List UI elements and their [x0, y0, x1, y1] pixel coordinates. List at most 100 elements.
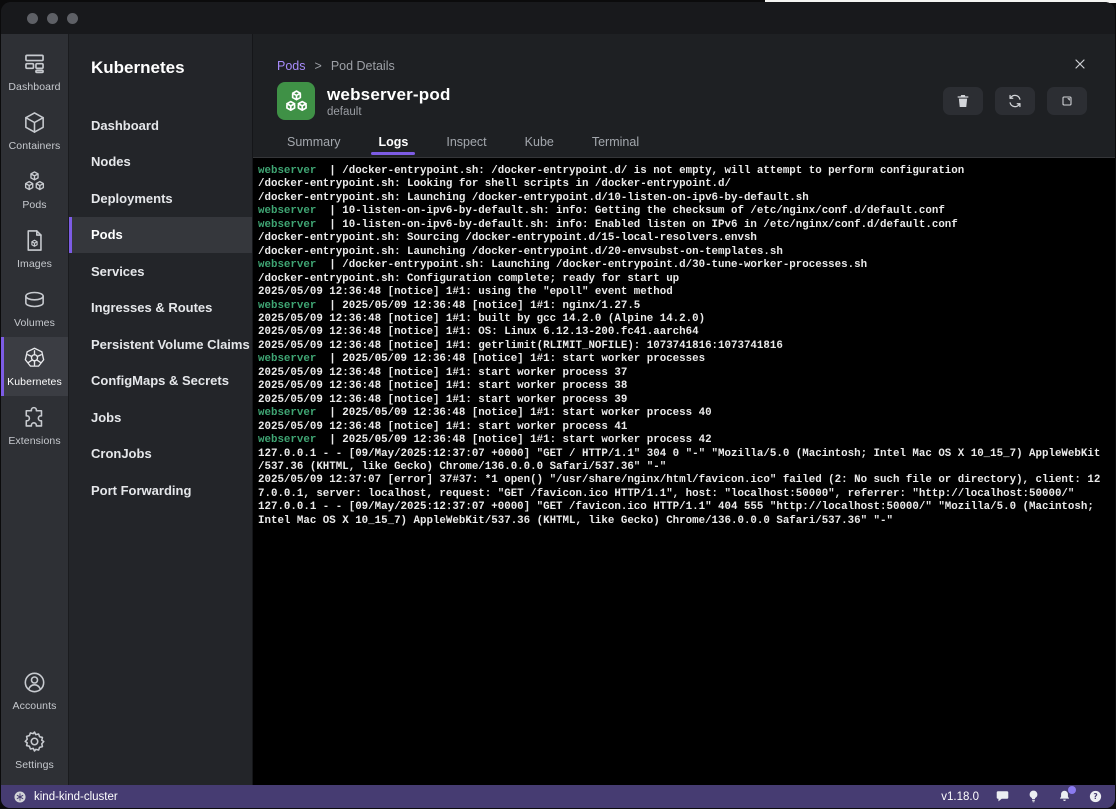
page-title: webserver-pod: [327, 85, 451, 105]
traffic-light-close-button[interactable]: [27, 13, 38, 24]
log-container-prefix: webserver: [258, 300, 316, 312]
sidebar-item-kubernetes[interactable]: Kubernetes: [1, 337, 68, 396]
svg-text:?: ?: [1093, 792, 1097, 801]
help-icon[interactable]: ?: [1088, 789, 1103, 804]
detail-tabs: Summary Logs Inspect Kube Terminal: [277, 125, 1091, 158]
log-line: /docker-entrypoint.sh: Looking for shell…: [258, 178, 1111, 191]
log-line: 2025/05/09 12:36:48 [notice] 1#1: start …: [258, 421, 1111, 434]
refresh-icon: [1007, 93, 1023, 109]
sidebar-item-containers[interactable]: Containers: [1, 101, 68, 160]
cluster-icon: [13, 790, 27, 804]
nav-item-ingresses-routes[interactable]: Ingresses & Routes: [69, 290, 252, 327]
tab-kube[interactable]: Kube: [525, 125, 554, 158]
sidebar-item-volumes[interactable]: Volumes: [1, 278, 68, 337]
log-line: 7.0.0.1, server: localhost, request: "GE…: [258, 488, 1111, 501]
sidebar-item-label: Pods: [22, 199, 46, 211]
log-line: webserver | /docker-entrypoint.sh: Launc…: [258, 259, 1111, 272]
notification-badge: [1068, 786, 1076, 794]
restart-pod-button[interactable]: [995, 87, 1035, 115]
traffic-light-zoom-button[interactable]: [67, 13, 78, 24]
more-actions-button[interactable]: [1047, 87, 1087, 115]
log-line: 2025/05/09 12:36:48 [notice] 1#1: built …: [258, 313, 1111, 326]
square-icon: [1059, 93, 1075, 109]
sidebar-item-extensions[interactable]: Extensions: [1, 396, 68, 455]
log-line: /docker-entrypoint.sh: Launching /docker…: [258, 192, 1111, 205]
breadcrumb-current: Pod Details: [331, 59, 395, 73]
sidebar-item-label: Containers: [9, 140, 61, 152]
log-line: webserver | 10-listen-on-ipv6-by-default…: [258, 205, 1111, 218]
bell-icon[interactable]: [1057, 789, 1072, 804]
sidebar-item-dashboard[interactable]: Dashboard: [1, 42, 68, 101]
sidebar-item-label: Images: [17, 258, 52, 270]
sidebar-item-label: Settings: [15, 759, 54, 771]
nav-item-port-forwarding[interactable]: Port Forwarding: [69, 472, 252, 509]
close-details-button[interactable]: [1072, 56, 1090, 74]
log-line: 2025/05/09 12:36:48 [notice] 1#1: start …: [258, 367, 1111, 380]
dashboard-icon: [22, 51, 47, 77]
log-line: 2025/05/09 12:36:48 [notice] 1#1: using …: [258, 286, 1111, 299]
pod-details-header: Pods > Pod Details webserver-pod default…: [253, 34, 1115, 157]
log-output[interactable]: webserver | /docker-entrypoint.sh: /dock…: [253, 157, 1115, 785]
log-line: webserver | 2025/05/09 12:36:48 [notice]…: [258, 407, 1111, 420]
lightbulb-icon[interactable]: [1026, 789, 1041, 804]
sidebar-item-label: Volumes: [14, 317, 55, 329]
nav-item-jobs[interactable]: Jobs: [69, 399, 252, 436]
kubernetes-sidebar: Kubernetes DashboardNodesDeploymentsPods…: [69, 34, 253, 785]
nav-item-cronjobs[interactable]: CronJobs: [69, 436, 252, 473]
nav-item-nodes[interactable]: Nodes: [69, 144, 252, 181]
traffic-light-minimize-button[interactable]: [47, 13, 58, 24]
sidebar-item-settings[interactable]: Settings: [1, 720, 68, 779]
tab-logs[interactable]: Logs: [378, 125, 408, 158]
pod-namespace: default: [327, 106, 451, 118]
log-line: webserver | 2025/05/09 12:36:48 [notice]…: [258, 434, 1111, 447]
log-line: /537.36 (KHTML, like Gecko) Chrome/136.0…: [258, 461, 1111, 474]
breadcrumb-separator: >: [315, 59, 322, 73]
log-line: webserver | 10-listen-on-ipv6-by-default…: [258, 219, 1111, 232]
nav-item-deployments[interactable]: Deployments: [69, 180, 252, 217]
delete-pod-button[interactable]: [943, 87, 983, 115]
sidebar-item-label: Extensions: [8, 435, 60, 447]
nav-item-services[interactable]: Services: [69, 253, 252, 290]
log-line: /docker-entrypoint.sh: Launching /docker…: [258, 246, 1111, 259]
log-line: 127.0.0.1 - - [09/May/2025:12:37:07 +000…: [258, 448, 1111, 461]
images-icon: [22, 228, 47, 254]
log-line: 2025/05/09 12:36:48 [notice] 1#1: start …: [258, 394, 1111, 407]
app-window: Dashboard Containers Pods Images Volumes Kube…: [1, 2, 1115, 808]
tab-inspect[interactable]: Inspect: [446, 125, 486, 158]
kubernetes-icon: [22, 346, 47, 372]
log-line: 2025/05/09 12:36:48 [notice] 1#1: start …: [258, 380, 1111, 393]
chat-icon[interactable]: [995, 789, 1010, 804]
settings-icon: [22, 729, 47, 755]
nav-item-dashboard[interactable]: Dashboard: [69, 107, 252, 144]
log-line: /docker-entrypoint.sh: Sourcing /docker-…: [258, 232, 1111, 245]
sidebar-item-pods[interactable]: Pods: [1, 160, 68, 219]
log-line: /docker-entrypoint.sh: Configuration com…: [258, 273, 1111, 286]
cluster-status-button[interactable]: kind-kind-cluster: [13, 790, 118, 804]
version-label: v1.18.0: [941, 791, 979, 803]
tab-summary[interactable]: Summary: [287, 125, 340, 158]
log-line: 2025/05/09 12:36:48 [notice] 1#1: getrli…: [258, 340, 1111, 353]
breadcrumb-pods-link[interactable]: Pods: [277, 59, 306, 73]
log-line: 127.0.0.1 - - [09/May/2025:12:37:07 +000…: [258, 501, 1111, 514]
sidebar-item-images[interactable]: Images: [1, 219, 68, 278]
log-line: 2025/05/09 12:37:07 [error] 37#37: *1 op…: [258, 474, 1111, 487]
log-container-prefix: webserver: [258, 205, 316, 217]
containers-icon: [22, 110, 47, 136]
log-container-prefix: webserver: [258, 219, 316, 231]
sidebar-item-label: Accounts: [13, 700, 57, 712]
volumes-icon: [22, 287, 47, 313]
log-container-prefix: webserver: [258, 407, 316, 419]
pod-actions: [943, 87, 1091, 115]
log-container-prefix: webserver: [258, 353, 316, 365]
tab-terminal[interactable]: Terminal: [592, 125, 639, 158]
titlebar: [1, 2, 1115, 34]
activity-bar: Dashboard Containers Pods Images Volumes Kube…: [1, 34, 69, 785]
nav-item-configmaps-secrets[interactable]: ConfigMaps & Secrets: [69, 363, 252, 400]
sidebar-item-accounts[interactable]: Accounts: [1, 661, 68, 720]
cluster-name: kind-kind-cluster: [34, 791, 118, 803]
nav-item-pods[interactable]: Pods: [69, 217, 252, 254]
pods-icon: [22, 169, 47, 195]
nav-item-persistent-volume-claims[interactable]: Persistent Volume Claims: [69, 326, 252, 363]
pod-details-panel: Pods > Pod Details webserver-pod default…: [253, 34, 1115, 785]
log-container-prefix: webserver: [258, 165, 316, 177]
